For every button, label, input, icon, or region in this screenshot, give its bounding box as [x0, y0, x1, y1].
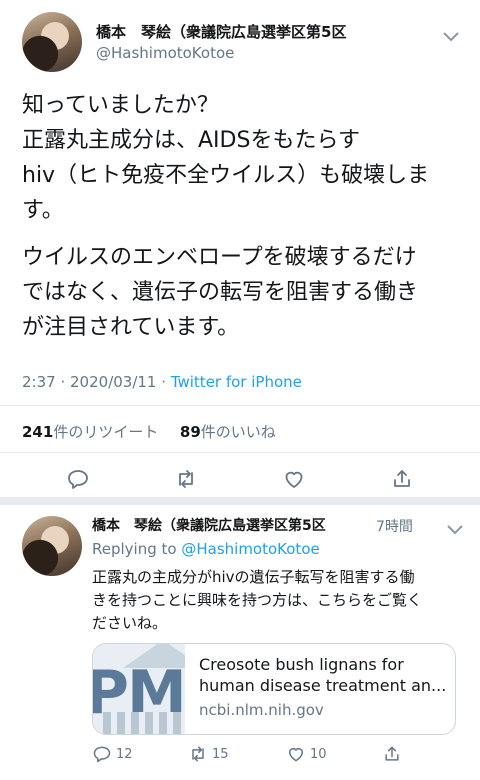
tweet-date: 2020/03/11 [70, 373, 157, 391]
share-icon [385, 746, 399, 761]
like-icon [289, 748, 303, 762]
tweet-source-link[interactable]: Twitter for iPhone [171, 373, 302, 391]
author-name[interactable]: 橋本 琴絵（衆議院広島選挙区第5区 [96, 21, 346, 42]
card-domain: ncbi.nlm.nih.gov [199, 701, 324, 719]
card-thumbnail: PMC [93, 644, 185, 734]
likes-stat[interactable]: 89件のいいね [180, 423, 276, 441]
card-title: Creosote bush lignans for human disease … [199, 655, 447, 695]
tweet-line: ウイルスのエンベロープを破壊するだけ [22, 245, 417, 270]
tweet-line: hiv（ヒト免疫不全ウイルス）も破壊しま [22, 163, 430, 188]
divider [0, 405, 480, 406]
section-divider [0, 497, 480, 505]
like-button[interactable]: 10 [286, 743, 327, 765]
reply-count: 12 [116, 746, 133, 762]
divider [0, 452, 480, 453]
tweet-line: 知っていましたか？ [22, 93, 219, 118]
tweet-line: す。 [22, 198, 64, 223]
reply-line: きを持つことに興味を持つ方は、こちらをご覧く [92, 591, 423, 609]
avatar[interactable] [22, 12, 82, 72]
retweet-button[interactable]: 15 [188, 743, 229, 765]
tweet-metadata: 2:37 · 2020/03/11 · Twitter for iPhone [22, 373, 302, 391]
share-icon[interactable] [390, 467, 414, 491]
reply-icon[interactable] [66, 467, 90, 491]
retweet-count: 15 [212, 746, 229, 762]
engagement-stats: 241件のリツイート 89件のいいね [22, 421, 276, 442]
reply-author-name[interactable]: 橋本 琴絵（衆議院広島選挙区第5区 [92, 515, 326, 535]
reply-text: 正露丸の主成分がhivの遺伝子転写を阻害する働 きを持つことに興味を持つ方は、こ… [92, 566, 462, 635]
reply-line: ださいね。 [92, 614, 168, 632]
like-count: 10 [310, 746, 327, 762]
reply-icon [93, 746, 111, 763]
chevron-down-icon[interactable] [442, 28, 460, 42]
tweet-text: 知っていましたか？ 正露丸主成分は、AIDSをもたらす hiv（ヒト免疫不全ウイ… [22, 88, 462, 345]
tweet-line: ではなく、遺伝子の転写を阻害する働き [22, 280, 419, 305]
share-button[interactable] [382, 743, 402, 765]
avatar[interactable] [22, 516, 82, 576]
retweet-icon[interactable] [174, 467, 198, 491]
reply-button[interactable]: 12 [92, 743, 133, 765]
chevron-down-icon[interactable] [446, 521, 464, 535]
reply-line: 正露丸の主成分がhivの遺伝子転写を阻害する働 [92, 568, 415, 586]
tweet-line: 正露丸主成分は、AIDSをもたらす [22, 128, 361, 153]
author-handle[interactable]: @HashimotoKotoe [96, 44, 234, 62]
tweet-line: が注目されています。 [22, 315, 240, 340]
link-card[interactable]: PMC Creosote bush lignans for human dise… [92, 643, 456, 735]
retweets-stat[interactable]: 241件のリツイート [22, 423, 158, 441]
replying-to-link[interactable]: @HashimotoKotoe [181, 540, 319, 558]
tweet-time: 2:37 [22, 373, 56, 391]
like-icon[interactable] [282, 467, 306, 491]
retweet-icon [192, 746, 204, 762]
reply-age: 7時間 [376, 519, 413, 535]
replying-to: Replying to @HashimotoKotoe [92, 540, 320, 558]
